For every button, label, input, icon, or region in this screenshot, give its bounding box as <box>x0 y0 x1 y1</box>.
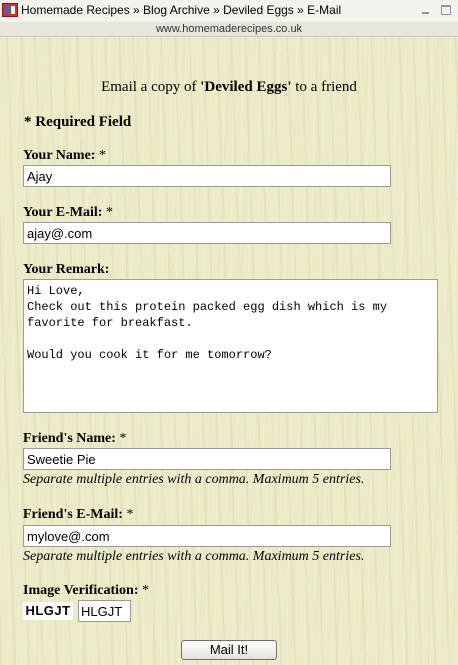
required-star: * <box>98 148 106 163</box>
required-field-note: * Required Field <box>24 114 132 130</box>
window-title: Homemade Recipes » Blog Archive » Devile… <box>21 3 342 17</box>
friend-email-label-text: Friend's E-Mail: <box>23 507 123 522</box>
your-name-label: Your Name: * <box>23 148 106 164</box>
url-bar: www.homemaderecipes.co.uk <box>0 22 458 37</box>
friend-email-hint: Separate multiple entries with a comma. … <box>23 549 365 564</box>
required-star: * <box>119 431 127 446</box>
friend-name-input[interactable] <box>23 448 391 470</box>
friend-email-label: Friend's E-Mail: * <box>23 507 133 523</box>
post-title: 'Deviled Eggs' <box>200 79 292 95</box>
friend-email-input[interactable] <box>23 525 391 547</box>
heading-suffix: to a friend <box>291 79 357 95</box>
heading-prefix: Email a copy of <box>101 79 201 95</box>
window-titlebar: Homemade Recipes » Blog Archive » Devile… <box>0 0 458 23</box>
friend-name-label-text: Friend's Name: <box>23 431 116 446</box>
your-name-label-text: Your Name: <box>23 148 96 163</box>
your-email-input[interactable] <box>23 222 391 244</box>
mail-it-button[interactable]: Mail It! <box>181 640 277 660</box>
required-star: * <box>141 583 149 598</box>
captcha-image: HLGJT <box>23 602 73 620</box>
verification-label-text: Image Verification: <box>23 583 139 598</box>
captcha-input[interactable] <box>78 600 131 622</box>
required-star: * <box>105 205 113 220</box>
maximize-icon[interactable] <box>440 4 452 16</box>
minimize-icon[interactable] <box>420 4 432 16</box>
form-heading: Email a copy of 'Deviled Eggs' to a frie… <box>0 79 458 96</box>
friend-name-label: Friend's Name: * <box>23 431 126 447</box>
site-favicon-icon <box>2 3 18 17</box>
your-email-label-text: Your E-Mail: <box>23 205 103 220</box>
remark-textarea[interactable]: Hi Love, Check out this protein packed e… <box>23 279 438 413</box>
your-name-input[interactable] <box>23 165 391 187</box>
email-form-page: Email a copy of 'Deviled Eggs' to a frie… <box>0 37 458 665</box>
verification-label: Image Verification: * <box>23 583 149 599</box>
required-star: * <box>126 507 134 522</box>
friend-name-hint: Separate multiple entries with a comma. … <box>23 472 365 487</box>
remark-label: Your Remark: <box>23 262 110 277</box>
your-email-label: Your E-Mail: * <box>23 205 113 221</box>
